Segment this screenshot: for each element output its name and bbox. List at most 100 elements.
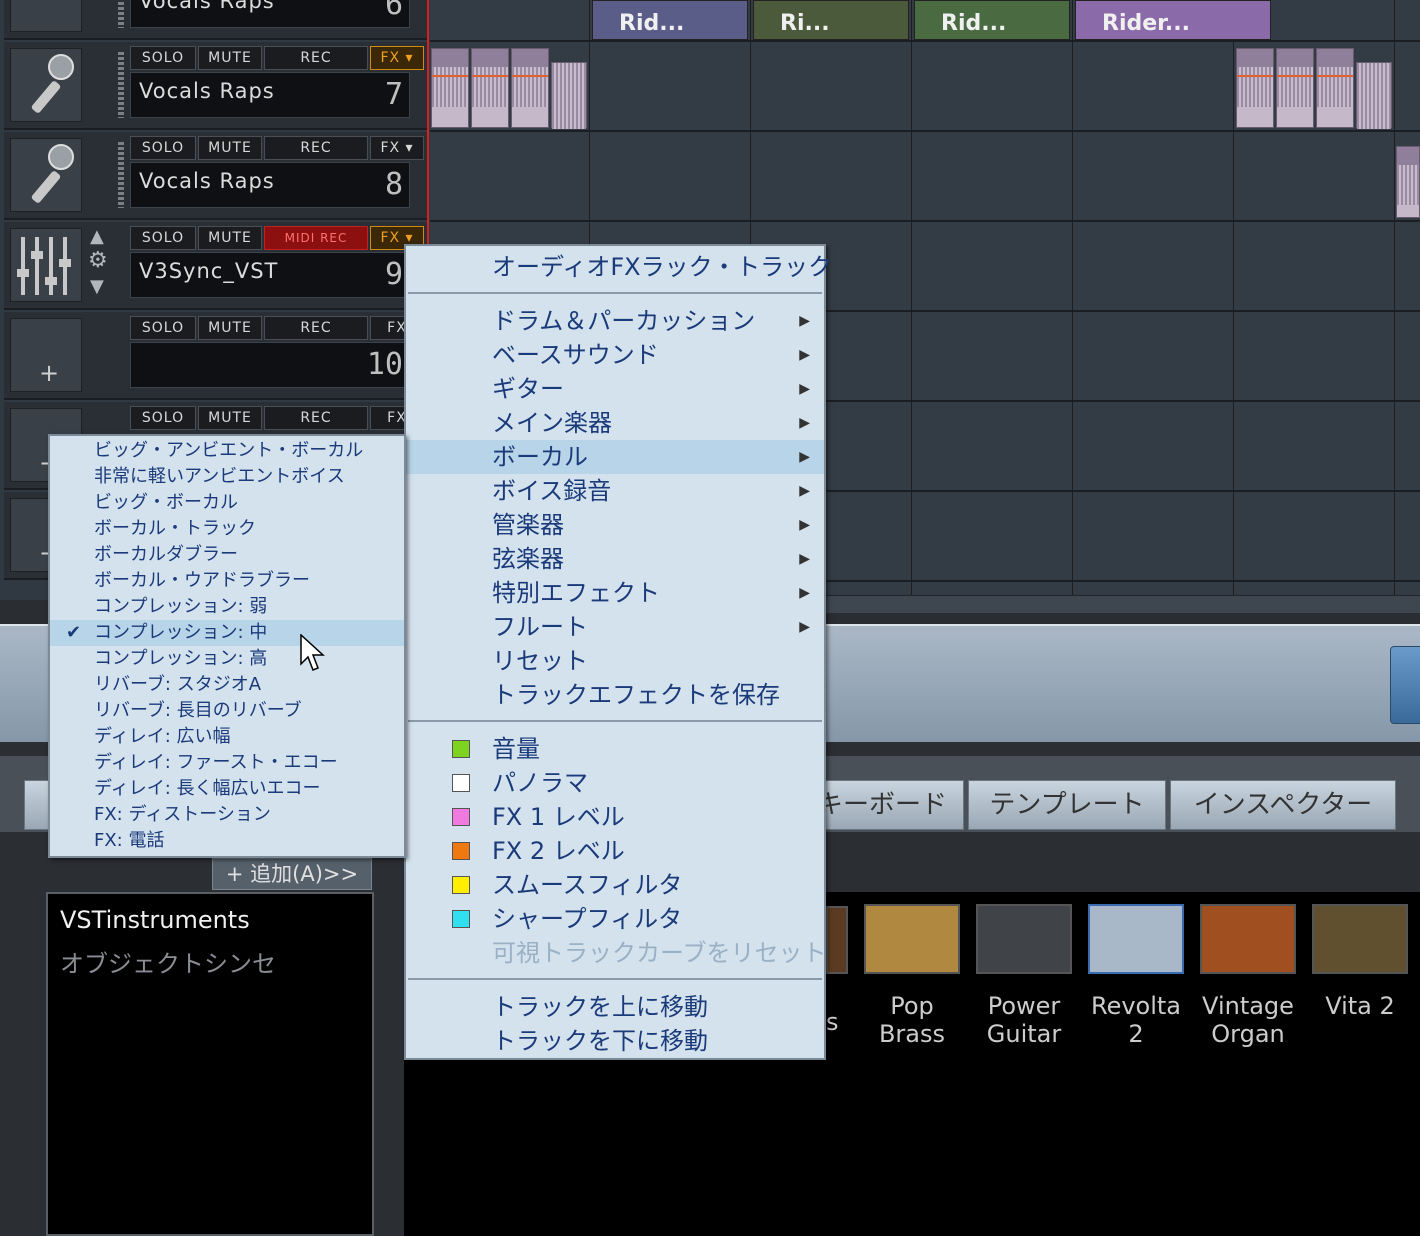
microphone-icon[interactable] — [10, 138, 82, 212]
track-header[interactable]: ▲ ⚙ ▼ SOLO MUTE MIDI REC FX ▾ V3Sync_VST… — [4, 222, 427, 310]
track-header[interactable]: SOLO MUTE REC FX ▾ Vocals Raps 8 — [4, 132, 427, 220]
move-down-arrow-icon[interactable]: ▼ — [90, 276, 104, 297]
track-name-box[interactable]: Vocals Raps 7 — [130, 72, 410, 118]
instrument-item[interactable]: Vintage Organ — [1200, 904, 1296, 1048]
audio-clip[interactable]: Rider... — [1075, 0, 1271, 40]
list-item[interactable]: VSTinstruments — [60, 906, 250, 934]
menu-item-move-track-down[interactable]: トラックを下に移動 — [406, 1024, 824, 1058]
audio-clip[interactable] — [1316, 48, 1354, 128]
submenu-item[interactable]: コンプレッション: 高 — [50, 646, 404, 672]
submenu-item[interactable]: ボーカル・ウアドラブラー — [50, 568, 404, 594]
menu-item-bass[interactable]: ベースサウンド ▶ — [406, 338, 824, 372]
menu-item-special-effects[interactable]: 特別エフェクト ▶ — [406, 576, 824, 610]
track-header[interactable]: SOLO MUTE REC FX ▾ Vocals Raps 7 — [4, 42, 427, 130]
menu-item-wind[interactable]: 管楽器 ▶ — [406, 508, 824, 542]
instrument-thumbnail[interactable] — [826, 906, 848, 974]
menu-item-drums[interactable]: ドラム＆パーカッション ▶ — [406, 304, 824, 338]
fx-button[interactable]: FX ▾ — [370, 136, 424, 160]
submenu-item[interactable]: ビッグ・アンビエント・ボーカル — [50, 438, 404, 464]
rec-button[interactable]: REC — [264, 136, 368, 160]
track-icon[interactable] — [10, 0, 82, 32]
mute-button[interactable]: MUTE — [198, 136, 262, 160]
track-header[interactable]: Vocals Raps 6 — [4, 0, 427, 40]
instrument-item[interactable]: Revolta 2 — [1088, 904, 1184, 1048]
solo-button[interactable]: SOLO — [130, 46, 196, 70]
tab-templates[interactable]: テンプレート — [968, 780, 1166, 830]
rec-button[interactable]: REC — [264, 316, 368, 340]
menu-item-volume-curve[interactable]: 音量 — [406, 732, 824, 766]
submenu-item[interactable]: リバーブ: スタジオA — [50, 672, 404, 698]
audio-clip[interactable]: Rid... — [914, 0, 1070, 40]
menu-item-label: メイン楽器 — [492, 409, 612, 437]
instrument-item[interactable]: Power Guitar — [976, 904, 1072, 1048]
submenu-item[interactable]: コンプレッション: 弱 — [50, 594, 404, 620]
menu-item-sharp-filter-curve[interactable]: シャープフィルタ — [406, 902, 824, 936]
menu-item-guitar[interactable]: ギター ▶ — [406, 372, 824, 406]
microphone-icon[interactable] — [10, 48, 82, 122]
submenu-item-selected[interactable]: ✔ コンプレッション: 中 — [50, 620, 404, 646]
submenu-item[interactable]: ビッグ・ボーカル — [50, 490, 404, 516]
track-name-box[interactable]: Vocals Raps 8 — [130, 162, 410, 208]
audio-clip[interactable] — [1276, 48, 1314, 128]
audio-clip[interactable]: Ri... — [753, 0, 909, 40]
menu-item-reset[interactable]: リセット — [406, 644, 824, 678]
track-name-box[interactable]: Vocals Raps 6 — [130, 0, 410, 28]
menu-item-panorama-curve[interactable]: パノラマ — [406, 766, 824, 800]
menu-item-smooth-filter-curve[interactable]: スムースフィルタ — [406, 868, 824, 902]
audio-clip[interactable] — [1236, 48, 1274, 128]
empty-track-icon[interactable]: + — [10, 318, 82, 392]
solo-button[interactable]: SOLO — [130, 316, 196, 340]
list-item[interactable]: オブジェクトシンセ — [60, 944, 276, 979]
menu-item-strings[interactable]: 弦楽器 ▶ — [406, 542, 824, 576]
track-name-box[interactable]: 10 — [130, 342, 410, 388]
solo-button[interactable]: SOLO — [130, 226, 196, 250]
midi-rec-button[interactable]: MIDI REC — [264, 226, 368, 250]
fx-button[interactable]: FX ▾ — [370, 46, 424, 70]
instrument-item[interactable]: Pop Brass — [864, 904, 960, 1048]
audio-clip[interactable] — [1356, 62, 1392, 129]
menu-item-move-track-up[interactable]: トラックを上に移動 — [406, 990, 824, 1024]
audio-clip[interactable] — [1396, 146, 1420, 218]
audio-clip[interactable]: Rid... — [592, 0, 748, 40]
move-up-arrow-icon[interactable]: ▲ — [90, 226, 104, 247]
rec-button[interactable]: REC — [264, 406, 368, 430]
audio-clip[interactable] — [431, 48, 469, 128]
menu-item-save-track-effects[interactable]: トラックエフェクトを保存 — [406, 678, 824, 712]
menu-item-main-instruments[interactable]: メイン楽器 ▶ — [406, 406, 824, 440]
tab-inspector[interactable]: インスペクター — [1170, 780, 1396, 830]
audio-clip[interactable] — [471, 48, 509, 128]
panel-button[interactable] — [1390, 646, 1420, 724]
gear-icon[interactable]: ⚙ — [88, 248, 108, 273]
audio-clip[interactable] — [551, 62, 587, 129]
category-list[interactable]: VSTinstruments オブジェクトシンセ — [46, 892, 374, 1236]
menu-item-vocals[interactable]: ボーカル ▶ — [406, 440, 824, 474]
submenu-item[interactable]: ディレイ: 広い幅 — [50, 724, 404, 750]
menu-item-voice-recording[interactable]: ボイス録音 ▶ — [406, 474, 824, 508]
menu-item-fx1-curve[interactable]: FX 1 レベル — [406, 800, 824, 834]
solo-button[interactable]: SOLO — [130, 136, 196, 160]
rec-button[interactable]: REC — [264, 46, 368, 70]
track-name-box[interactable]: V3Sync_VST 9 — [130, 252, 410, 298]
menu-item-label: トラックを下に移動 — [492, 1027, 708, 1055]
instrument-item[interactable]: Vita 2 — [1312, 904, 1408, 1020]
mixer-icon[interactable] — [10, 228, 82, 302]
add-button[interactable]: + 追加(A)>> — [212, 858, 372, 890]
menu-item-audio-fx-rack[interactable]: オーディオFXラック・トラック — [406, 250, 832, 284]
mute-button[interactable]: MUTE — [198, 406, 262, 430]
track-header[interactable]: + SOLO MUTE REC FX 10 — [4, 312, 427, 400]
submenu-item[interactable]: ディレイ: ファースト・エコー — [50, 750, 404, 776]
audio-clip[interactable] — [511, 48, 549, 128]
mute-button[interactable]: MUTE — [198, 46, 262, 70]
mute-button[interactable]: MUTE — [198, 226, 262, 250]
submenu-item[interactable]: 非常に軽いアンビエントボイス — [50, 464, 404, 490]
submenu-item[interactable]: ボーカル・トラック — [50, 516, 404, 542]
menu-item-fx2-curve[interactable]: FX 2 レベル — [406, 834, 824, 868]
submenu-item[interactable]: ディレイ: 長く幅広いエコー — [50, 776, 404, 802]
mute-button[interactable]: MUTE — [198, 316, 262, 340]
submenu-item[interactable]: ボーカルダブラー — [50, 542, 404, 568]
submenu-item[interactable]: FX: 電話 — [50, 828, 404, 854]
menu-item-flute[interactable]: フルート ▶ — [406, 610, 824, 644]
submenu-item[interactable]: リバーブ: 長目のリバーブ — [50, 698, 404, 724]
solo-button[interactable]: SOLO — [130, 406, 196, 430]
submenu-item[interactable]: FX: ディストーション — [50, 802, 404, 828]
